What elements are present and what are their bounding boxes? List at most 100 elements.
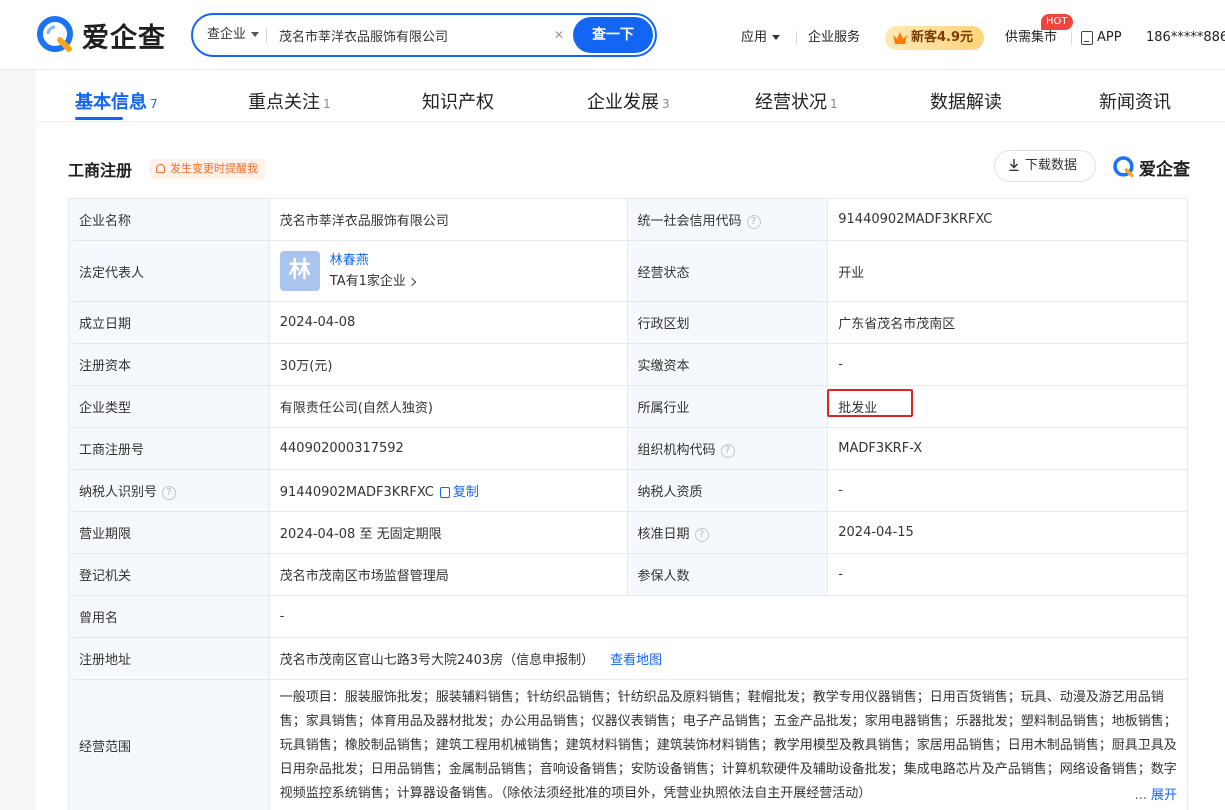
nav-enterprise-service[interactable]: 企业服务 bbox=[808, 0, 860, 70]
region: 广东省茂名市茂南区 bbox=[827, 301, 1188, 344]
address: 茂名市茂南区官山七路3号大院2403房（信息申报制） bbox=[279, 653, 595, 668]
label-authority: 登记机关 bbox=[68, 553, 270, 596]
avatar[interactable]: 林 bbox=[279, 251, 320, 291]
chevron-down-icon bbox=[772, 35, 781, 40]
remind-label: 发生变更时提醒我 bbox=[170, 162, 258, 175]
label-status: 经营状态 bbox=[626, 240, 829, 302]
insured: - bbox=[827, 553, 1188, 596]
tab-count: 1 bbox=[323, 97, 331, 111]
founded: 2024-04-08 bbox=[268, 301, 628, 344]
chevron-down-icon bbox=[251, 32, 260, 37]
label-legal-rep: 法定代表人 bbox=[68, 240, 270, 302]
search-type-dropdown[interactable]: 查企业 bbox=[207, 15, 260, 55]
search-input[interactable] bbox=[279, 19, 539, 51]
status: 开业 bbox=[827, 240, 1188, 302]
help-icon[interactable]: ? bbox=[694, 527, 709, 542]
download-label: 下载数据 bbox=[1025, 158, 1078, 173]
nav-apps[interactable]: 应用 bbox=[741, 0, 781, 70]
tab-label: 数据解读 bbox=[930, 92, 1002, 113]
taxpayer-id: 91440902MADF3KRFXC bbox=[279, 485, 434, 500]
search-button[interactable]: 查一下 bbox=[573, 17, 653, 53]
change-remind-button[interactable]: 发生变更时提醒我 bbox=[150, 159, 265, 179]
search-divider bbox=[266, 28, 267, 43]
search-bar: 查企业 ✕ 查一下 bbox=[191, 13, 657, 57]
expand-label: 展开 bbox=[1150, 788, 1177, 803]
taxpayer-id-label-text: 纳税人识别号 bbox=[79, 485, 158, 500]
tab-label: 新闻资讯 bbox=[1099, 92, 1171, 113]
crown-icon bbox=[893, 32, 907, 44]
expand-button[interactable]: ... 展开 bbox=[1130, 784, 1177, 808]
highlight-box bbox=[827, 389, 913, 417]
table-row: 企业类型 有限责任公司(自然人独资) 所属行业 批发业 bbox=[68, 385, 1188, 428]
tab-development[interactable]: 企业发展 3 bbox=[587, 88, 670, 114]
approval-date: 2024-04-15 bbox=[827, 511, 1188, 554]
view-map-link[interactable]: 查看地图 bbox=[610, 653, 662, 668]
top-header: 爱企查 查企业 ✕ 查一下 应用 企业服务 新客4.9元 供需集市 HOT AP… bbox=[0, 0, 1225, 70]
table-row: 营业期限 2024-04-08 至 无固定期限 核准日期? 2024-04-15 bbox=[68, 511, 1188, 554]
label-industry: 所属行业 bbox=[626, 385, 829, 428]
tab-news[interactable]: 新闻资讯 bbox=[1099, 88, 1171, 114]
nav-supply-demand[interactable]: 供需集市 bbox=[1005, 0, 1057, 70]
site-logo[interactable]: 爱企查 bbox=[36, 14, 166, 56]
paid-capital: - bbox=[827, 343, 1188, 386]
help-icon[interactable]: ? bbox=[746, 214, 761, 229]
table-row: 曾用名 - bbox=[68, 595, 1189, 638]
label-insured: 参保人数 bbox=[626, 553, 829, 596]
label-former-name: 曾用名 bbox=[68, 595, 270, 638]
legal-rep-companies-text: TA有1家企业 bbox=[329, 274, 406, 289]
label-org-code: 组织机构代码? bbox=[626, 427, 829, 470]
copy-button[interactable]: 复制 bbox=[439, 485, 479, 500]
approval-date-label-text: 核准日期 bbox=[637, 527, 690, 542]
table-row: 纳税人识别号? 91440902MADF3KRFXC 复制 纳税人资质 - bbox=[68, 469, 1188, 512]
table-row: 登记机关 茂名市茂南区市场监督管理局 参保人数 - bbox=[68, 553, 1188, 596]
nav-apps-label: 应用 bbox=[741, 30, 768, 45]
legal-rep-companies-link[interactable]: TA有1家企业 bbox=[329, 271, 417, 292]
table-row: 工商注册号 440902000317592 组织机构代码? MADF3KRF-X bbox=[68, 427, 1188, 470]
active-tab-indicator bbox=[75, 117, 123, 120]
logo-q-icon bbox=[1113, 156, 1134, 178]
user-account[interactable]: 186*****886 bbox=[1146, 0, 1225, 70]
help-icon[interactable]: ? bbox=[720, 443, 735, 458]
scope-cell: 一般项目：服装服饰批发；服装辅料销售；针纺织品销售；针纺织品及原料销售；鞋帽批发… bbox=[268, 679, 1189, 810]
capital: 30万(元) bbox=[268, 343, 628, 386]
tab-label: 基本信息 bbox=[75, 92, 147, 113]
label-credit-code: 统一社会信用代码? bbox=[626, 198, 829, 241]
former-name: - bbox=[268, 595, 1189, 638]
label-taxpayer-id: 纳税人识别号? bbox=[68, 469, 270, 512]
tab-label: 经营状况 bbox=[755, 92, 827, 113]
tab-data-insight[interactable]: 数据解读 bbox=[930, 88, 1002, 114]
authority: 茂名市茂南区市场监督管理局 bbox=[268, 553, 628, 596]
tab-key-focus[interactable]: 重点关注 1 bbox=[248, 88, 331, 114]
label-approval-date: 核准日期? bbox=[626, 511, 829, 554]
ellipsis: ... bbox=[1134, 788, 1147, 803]
section-tabs: 基本信息 7 重点关注 1 知识产权 企业发展 3 经营状况 1 数据解读 新闻资讯 bbox=[36, 70, 1225, 122]
label-company-name: 企业名称 bbox=[68, 198, 270, 241]
bell-icon bbox=[156, 164, 165, 173]
label-region: 行政区划 bbox=[626, 301, 829, 344]
logo-text: 爱企查 bbox=[82, 22, 166, 54]
section-title: 工商注册 bbox=[68, 161, 133, 180]
promo-badge[interactable]: 新客4.9元 bbox=[885, 26, 984, 50]
nav-divider bbox=[796, 31, 797, 45]
tab-operations[interactable]: 经营状况 1 bbox=[755, 88, 838, 114]
tab-label: 重点关注 bbox=[248, 92, 320, 113]
help-icon[interactable]: ? bbox=[162, 485, 177, 500]
label-address: 注册地址 bbox=[68, 637, 270, 680]
download-data-button[interactable]: 下载数据 bbox=[994, 150, 1096, 182]
legal-rep-name-link[interactable]: 林春燕 bbox=[330, 250, 415, 271]
phone-icon bbox=[1081, 31, 1093, 45]
tab-ip[interactable]: 知识产权 bbox=[422, 88, 494, 114]
nav-divider bbox=[1071, 31, 1072, 45]
taxpayer-qual: - bbox=[827, 469, 1188, 512]
credit-code: 91440902MADF3KRFXC bbox=[827, 198, 1188, 241]
nav-app[interactable]: APP bbox=[1097, 0, 1122, 70]
search-type-label: 查企业 bbox=[207, 27, 247, 42]
logo-text: 爱企查 bbox=[1139, 159, 1190, 180]
label-founded: 成立日期 bbox=[68, 301, 270, 344]
label-scope: 经营范围 bbox=[68, 679, 270, 810]
label-company-type: 企业类型 bbox=[68, 385, 270, 428]
tab-basic-info[interactable]: 基本信息 7 bbox=[75, 88, 158, 114]
hot-badge: HOT bbox=[1041, 14, 1073, 30]
clear-icon[interactable]: ✕ bbox=[551, 27, 567, 43]
org-code: MADF3KRF-X bbox=[827, 427, 1188, 470]
